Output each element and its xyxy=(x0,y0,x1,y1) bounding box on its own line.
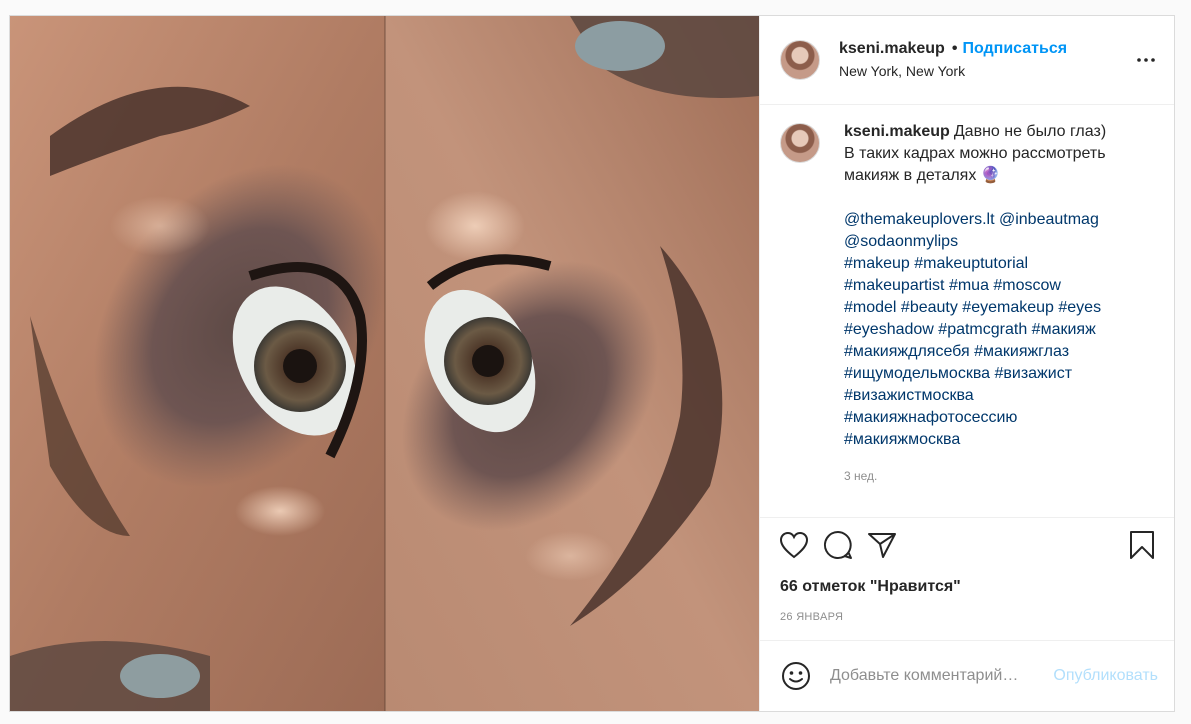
action-bar xyxy=(760,517,1174,572)
caption-row: kseni.makeup Давно не было глаз) В таких … xyxy=(780,121,1158,487)
caption-hashtags[interactable]: #макияжнафотосессию xyxy=(844,407,1144,429)
caption-line-text: Давно не было глаз) xyxy=(953,123,1107,140)
caption-hashtags[interactable]: #макияждлясебя #макияжглаз xyxy=(844,341,1144,363)
caption-hashtags[interactable]: #model #beauty #eyemakeup #eyes xyxy=(844,297,1144,319)
caption-text: kseni.makeup Давно не было глаз) В таких … xyxy=(844,121,1144,487)
caption-hashtags[interactable]: #визажистмосква xyxy=(844,385,1144,407)
post-header: kseni.makeup • Подписаться New York, New… xyxy=(760,16,1174,105)
post-photo[interactable] xyxy=(10,16,759,711)
publish-button[interactable]: Опубликовать xyxy=(1053,667,1158,685)
comment-icon xyxy=(823,530,852,559)
comments-area[interactable]: kseni.makeup Давно не было глаз) В таких … xyxy=(760,105,1174,517)
separator-dot: • xyxy=(951,40,958,57)
caption-mentions[interactable]: @themakeuplovers.lt @inbeautmag xyxy=(844,209,1144,231)
caption-hashtags[interactable]: #макияжмосква xyxy=(844,429,1144,451)
save-button[interactable] xyxy=(1126,529,1158,561)
comment-button[interactable] xyxy=(822,529,854,561)
collage-divider xyxy=(384,16,386,711)
emoji-icon[interactable] xyxy=(780,660,812,692)
caption-line: макияж в деталях 🔮 xyxy=(844,167,1001,184)
share-button[interactable] xyxy=(866,529,898,561)
caption-line: В таких кадрах можно рассмотреть xyxy=(844,145,1106,162)
caption-mentions[interactable]: @sodaonmylips xyxy=(844,231,1144,253)
post-date[interactable]: 26 ЯНВАРЯ xyxy=(760,602,1174,640)
more-options-icon[interactable] xyxy=(1134,48,1158,72)
caption-hashtags[interactable]: #eyeshadow #patmcgrath #макияж xyxy=(844,319,1144,341)
author-avatar[interactable] xyxy=(780,40,820,80)
header-text: kseni.makeup • Подписаться New York, New… xyxy=(839,39,1134,81)
comment-form: Опубликовать xyxy=(760,640,1174,711)
heart-icon xyxy=(779,531,809,559)
header-line: kseni.makeup • Подписаться xyxy=(839,39,1134,59)
post-card: kseni.makeup • Подписаться New York, New… xyxy=(9,15,1175,712)
caption-time-ago[interactable]: 3 нед. xyxy=(844,465,1144,487)
like-button[interactable] xyxy=(778,529,810,561)
follow-button[interactable]: Подписаться xyxy=(962,39,1067,59)
bookmark-icon xyxy=(1130,531,1154,559)
likes-count[interactable]: 66 отметок "Нравится" xyxy=(760,572,1174,602)
caption-line: kseni.makeup Давно не было глаз) xyxy=(844,121,1144,143)
caption-hashtags[interactable]: #makeupartist #mua #moscow xyxy=(844,275,1144,297)
author-username[interactable]: kseni.makeup xyxy=(839,39,945,59)
post-side-panel: kseni.makeup • Подписаться New York, New… xyxy=(759,16,1174,711)
caption-username[interactable]: kseni.makeup xyxy=(844,123,950,140)
caption-hashtags[interactable]: #makeup #makeuptutorial xyxy=(844,253,1144,275)
comment-input[interactable] xyxy=(828,666,1054,686)
caption-hashtags[interactable]: #ищумодельмосква #визажист xyxy=(844,363,1144,385)
caption-avatar[interactable] xyxy=(780,123,820,163)
share-icon xyxy=(868,533,896,558)
post-location[interactable]: New York, New York xyxy=(839,61,1134,81)
